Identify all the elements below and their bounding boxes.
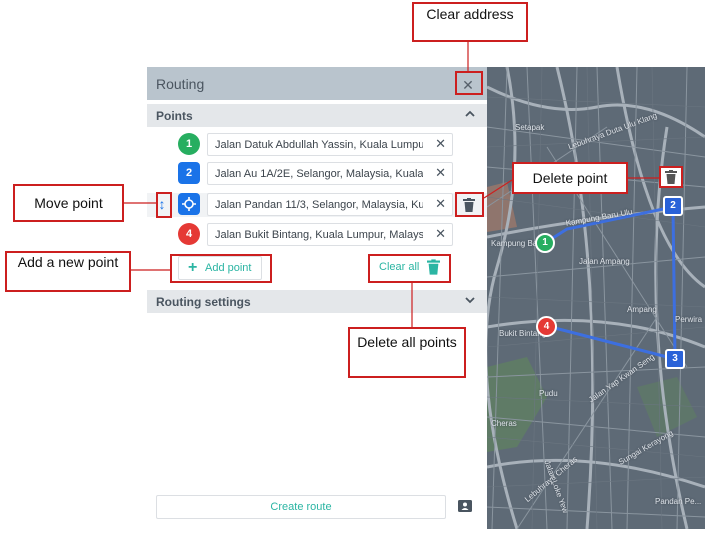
callout-move-point: Move point	[13, 184, 124, 222]
callout-delete-point: Delete point	[512, 162, 628, 194]
callout-add-new-point: Add a new point	[5, 251, 131, 292]
callout-clear-address: Clear address	[412, 2, 528, 42]
callout-delete-all-points: Delete all points	[348, 327, 466, 378]
